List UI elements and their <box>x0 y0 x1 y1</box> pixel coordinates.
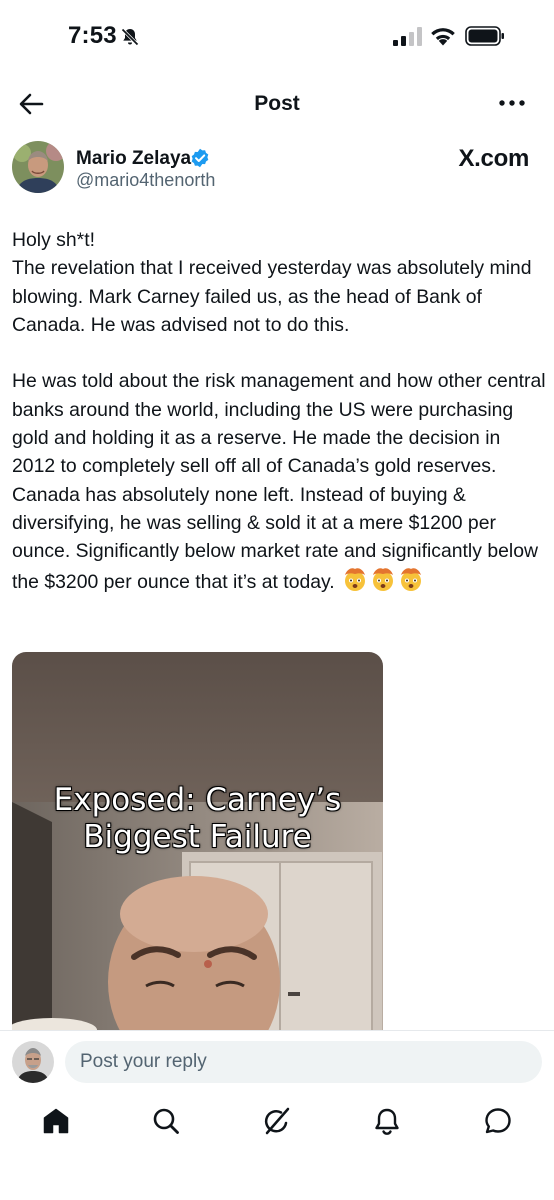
grok-icon[interactable] <box>262 1106 292 1136</box>
tab-bar <box>0 1091 554 1200</box>
author-avatar[interactable] <box>12 141 64 193</box>
post-video[interactable]: Exposed: Carney’s Biggest Failure <box>12 652 383 1032</box>
video-caption-line-1: Exposed: Carney’s <box>53 782 342 818</box>
post-body: Holy sh*t! The revelation that I receive… <box>12 226 548 600</box>
author-handle[interactable]: @mario4thenorth <box>76 170 215 191</box>
bell-off-icon <box>121 28 139 46</box>
reply-bar: Post your reply <box>0 1031 554 1091</box>
signal-icon <box>393 27 422 46</box>
status-time: 7:53 <box>68 22 117 49</box>
home-icon[interactable] <box>41 1106 71 1136</box>
user-avatar[interactable] <box>12 1041 54 1083</box>
nav-bar: Post <box>0 80 554 130</box>
exploding-head-emoji <box>373 567 394 591</box>
exploding-head-emoji <box>401 567 422 591</box>
post-paragraph-text: He was told about the risk management an… <box>12 370 546 593</box>
messages-icon[interactable] <box>483 1106 513 1136</box>
status-bar: 7:53 <box>0 0 554 78</box>
video-caption-line-2: Biggest Failure <box>83 819 312 855</box>
page-title: Post <box>254 92 300 115</box>
emoji-row <box>340 566 424 600</box>
post-paragraph: The revelation that I received yesterday… <box>12 257 532 336</box>
reply-input[interactable]: Post your reply <box>65 1041 542 1083</box>
battery-icon <box>465 26 504 46</box>
search-icon[interactable] <box>151 1106 181 1136</box>
post-paragraph: He was told about the risk management an… <box>12 367 548 599</box>
notifications-icon[interactable] <box>372 1106 402 1136</box>
exploding-head-emoji <box>345 567 366 591</box>
verified-badge-icon <box>191 148 209 168</box>
more-icon[interactable] <box>498 98 526 108</box>
source-label: X.com <box>458 145 529 172</box>
post-paragraph: Holy sh*t! <box>12 229 95 251</box>
wifi-icon <box>431 28 455 46</box>
author-name[interactable]: Mario Zelaya <box>76 148 191 170</box>
